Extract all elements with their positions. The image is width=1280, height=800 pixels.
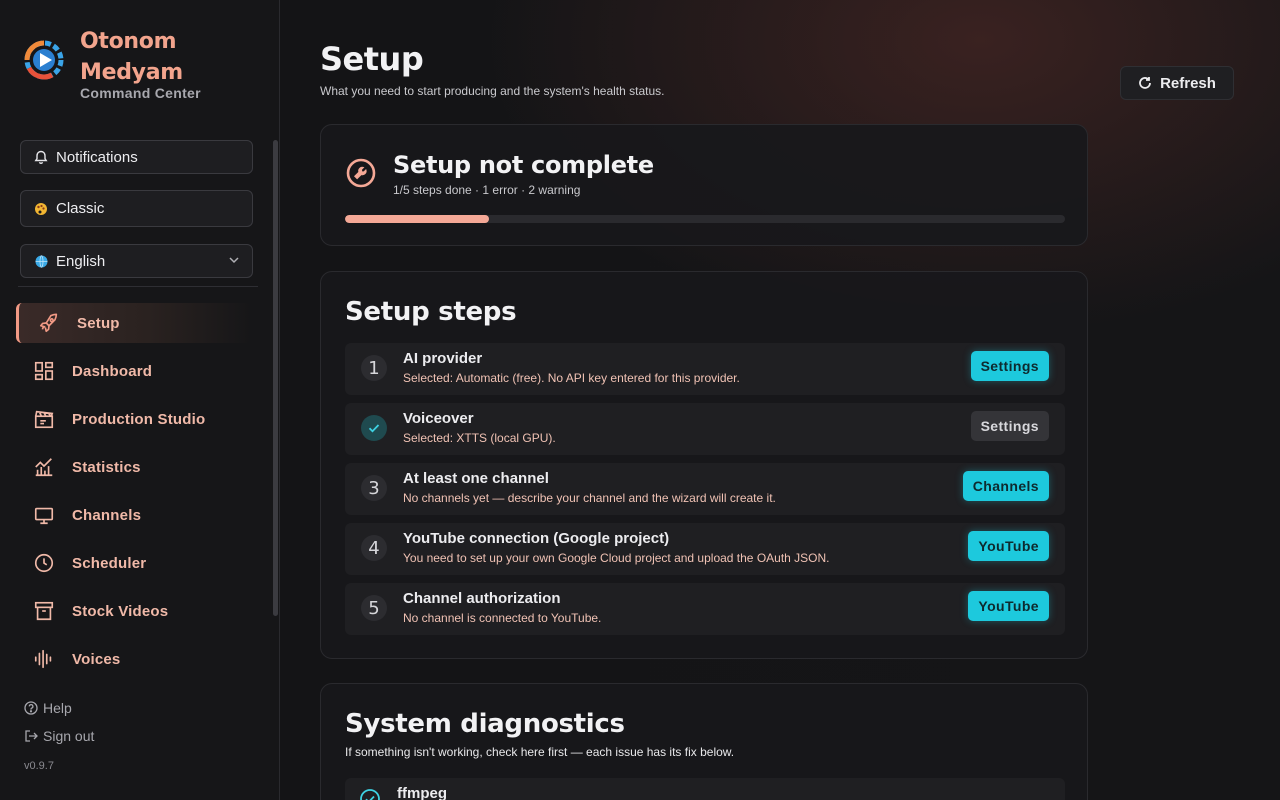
logo-icon	[24, 40, 64, 80]
step-number: 4	[361, 535, 387, 561]
step-row: 3 At least one channel No channels yet —…	[345, 463, 1065, 515]
refresh-icon	[1138, 76, 1152, 90]
diagnostic-title: ffmpeg	[397, 785, 447, 800]
nav-item-production-studio[interactable]: Production Studio	[16, 399, 252, 439]
sidebar: Otonom Medyam Command Center Notificatio…	[0, 0, 280, 800]
sign-out-link[interactable]: Sign out	[24, 728, 94, 744]
nav-label: Dashboard	[72, 362, 153, 380]
steps-title: Setup steps	[345, 297, 517, 327]
language-select[interactable]: English	[20, 244, 253, 278]
step-number: 1	[361, 355, 387, 381]
refresh-button[interactable]: Refresh	[1120, 66, 1234, 100]
channels-button[interactable]: Channels	[962, 471, 1049, 501]
step-desc: No channel is connected to YouTube.	[403, 611, 602, 625]
waveform-icon	[32, 647, 56, 671]
version-label: v0.9.7	[24, 760, 54, 772]
tv-icon	[32, 503, 56, 527]
brand-subtitle: Command Center	[80, 85, 201, 101]
step-title: YouTube connection (Google project)	[403, 530, 670, 547]
nav-item-stock-videos[interactable]: Stock Videos	[16, 591, 252, 631]
clapperboard-icon	[32, 407, 56, 431]
check-circle-icon	[359, 788, 381, 800]
language-label: English	[56, 252, 106, 270]
nav-item-dashboard[interactable]: Dashboard	[16, 351, 252, 391]
dashboard-icon	[32, 359, 56, 383]
bell-icon	[33, 150, 49, 165]
nav-item-channels[interactable]: Channels	[16, 495, 252, 535]
wrench-icon	[345, 157, 377, 189]
youtube-button[interactable]: YouTube	[968, 531, 1049, 561]
nav-label: Channels	[72, 506, 142, 524]
nav-item-statistics[interactable]: Statistics	[16, 447, 252, 487]
nav-label: Setup	[77, 314, 120, 332]
setup-status-card: Setup not complete 1/5 steps done · 1 er…	[320, 124, 1088, 246]
page-subtitle: What you need to start producing and the…	[320, 84, 665, 98]
sign-out-label: Sign out	[43, 728, 95, 744]
step-title: AI provider	[403, 350, 483, 367]
diagnostic-row: ffmpeg	[345, 778, 1065, 800]
brand-name-line1: Otonom	[80, 29, 177, 54]
check-icon	[361, 415, 387, 441]
step-row: Voiceover Selected: XTTS (local GPU). Se…	[345, 403, 1065, 455]
theme-button[interactable]: Classic	[20, 190, 253, 227]
brand[interactable]: Otonom Medyam Command Center	[24, 26, 201, 101]
step-desc: Selected: XTTS (local GPU).	[403, 431, 556, 445]
settings-button[interactable]: Settings	[970, 411, 1049, 441]
nav-item-scheduler[interactable]: Scheduler	[16, 543, 252, 583]
step-number: 5	[361, 595, 387, 621]
step-row: 1 AI provider Selected: Automatic (free)…	[345, 343, 1065, 395]
diagnostics-title: System diagnostics	[345, 709, 625, 739]
page-title: Setup	[320, 40, 424, 78]
help-icon	[24, 701, 38, 715]
nav-label: Stock Videos	[72, 602, 169, 620]
sidebar-scrollbar[interactable]	[273, 140, 278, 616]
step-title: Channel authorization	[403, 590, 561, 607]
rocket-icon	[37, 311, 61, 335]
chart-icon	[32, 455, 56, 479]
nav-label: Scheduler	[72, 554, 147, 572]
step-row: 5 Channel authorization No channel is co…	[345, 583, 1065, 635]
system-diagnostics-card: System diagnostics If something isn't wo…	[320, 683, 1088, 800]
archive-icon	[32, 599, 56, 623]
refresh-label: Refresh	[1160, 74, 1216, 92]
setup-steps-card: Setup steps 1 AI provider Selected: Auto…	[320, 271, 1088, 659]
nav-item-voices[interactable]: Voices	[16, 639, 252, 679]
status-meta: 1/5 steps done · 1 error · 2 warning	[393, 183, 581, 197]
nav-item-setup[interactable]: Setup	[16, 303, 252, 343]
step-row: 4 YouTube connection (Google project) Yo…	[345, 523, 1065, 575]
help-link[interactable]: Help	[24, 700, 72, 716]
step-desc: Selected: Automatic (free). No API key e…	[403, 371, 740, 385]
nav-label: Production Studio	[72, 410, 206, 428]
settings-button[interactable]: Settings	[970, 351, 1049, 381]
step-desc: No channels yet — describe your channel …	[403, 491, 776, 505]
nav-label: Voices	[72, 650, 121, 668]
step-desc: You need to set up your own Google Cloud…	[403, 551, 830, 565]
notifications-button[interactable]: Notifications	[20, 140, 253, 174]
step-title: At least one channel	[403, 470, 549, 487]
diagnostics-subtitle: If something isn't working, check here f…	[345, 745, 735, 759]
sign-out-icon	[24, 729, 38, 743]
brand-name-line2: Medyam	[80, 60, 183, 85]
notifications-label: Notifications	[56, 148, 138, 166]
chevron-down-icon	[228, 253, 240, 270]
globe-icon	[33, 254, 49, 268]
sidebar-divider	[18, 286, 258, 287]
youtube-button[interactable]: YouTube	[968, 591, 1049, 621]
step-number: 3	[361, 475, 387, 501]
setup-progress-bar	[345, 215, 1065, 223]
status-title: Setup not complete	[393, 151, 654, 179]
nav-label: Statistics	[72, 458, 141, 476]
progress-fill	[345, 215, 489, 223]
palette-icon	[33, 202, 49, 216]
help-label: Help	[43, 700, 72, 716]
clock-icon	[32, 551, 56, 575]
theme-label: Classic	[56, 200, 105, 217]
step-title: Voiceover	[403, 410, 474, 427]
